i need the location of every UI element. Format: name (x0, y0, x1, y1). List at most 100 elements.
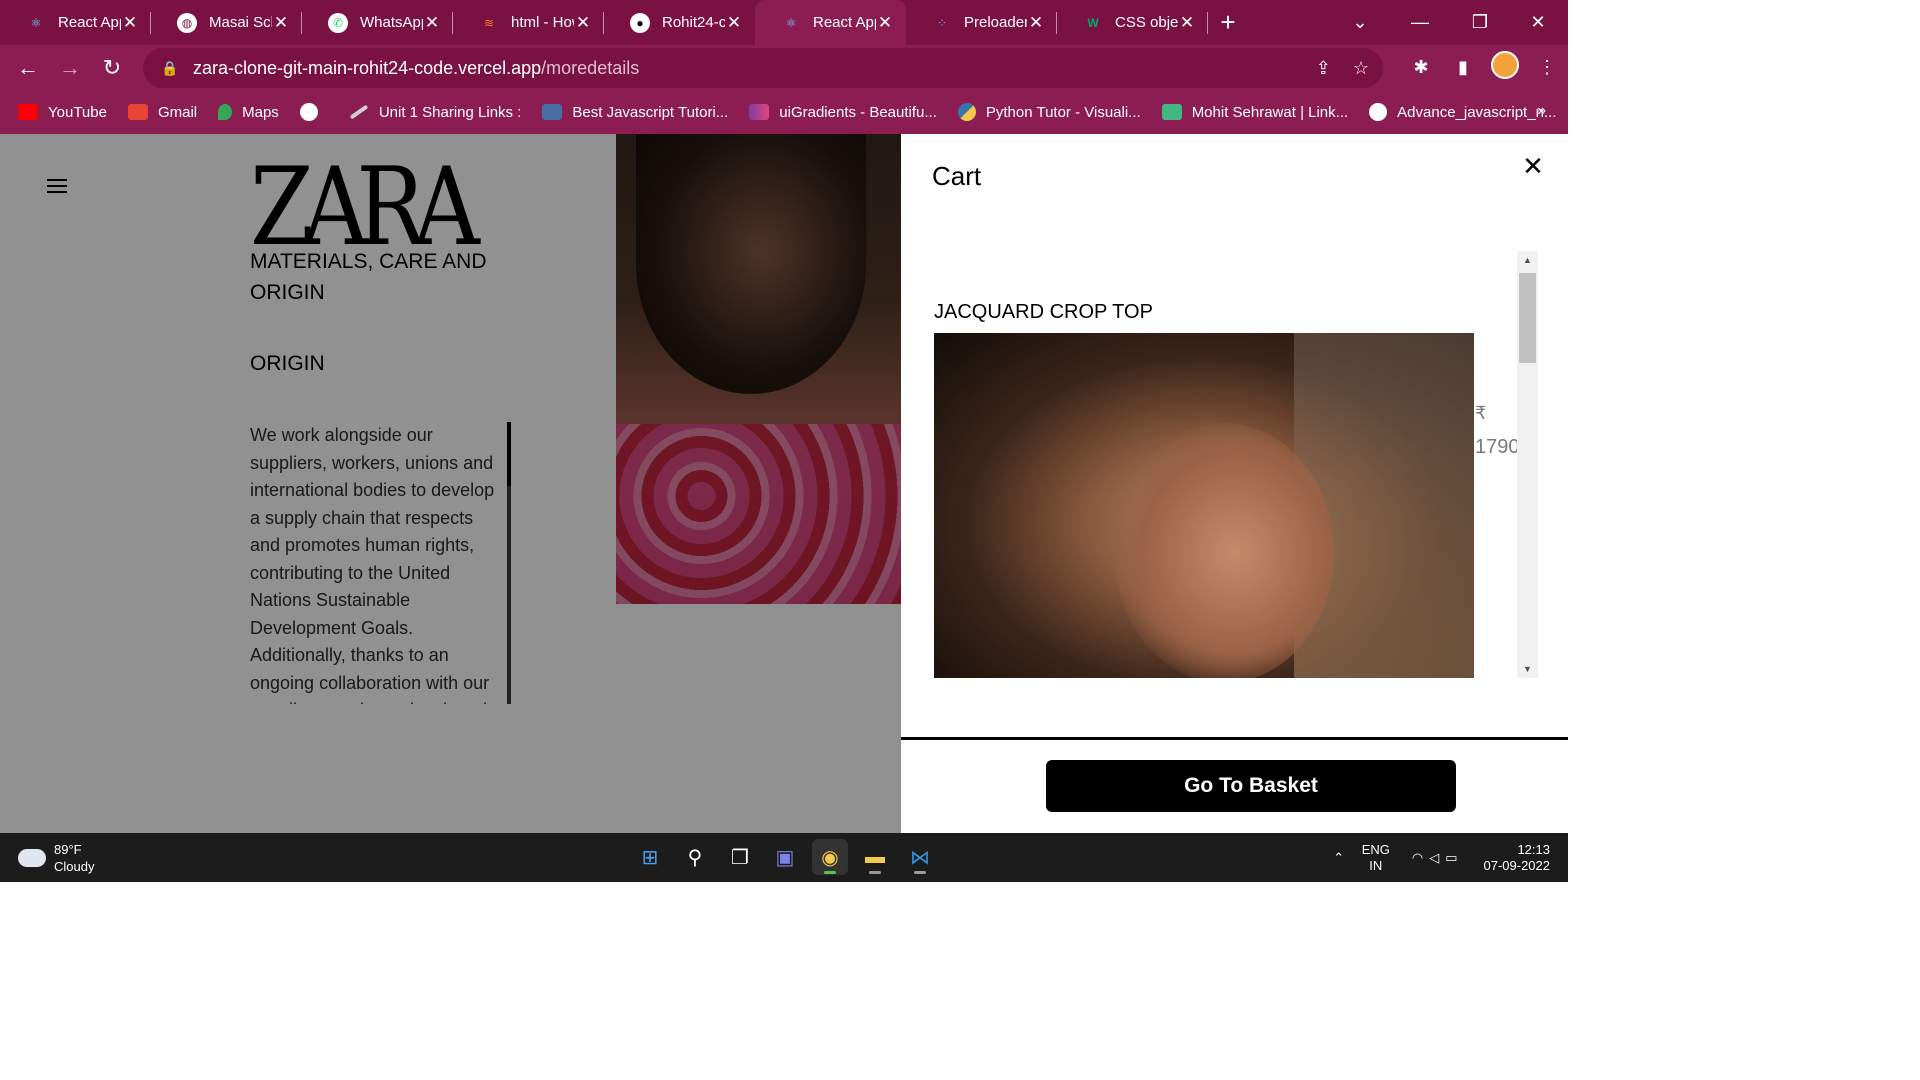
chrome-icon[interactable]: ◉ (812, 839, 848, 875)
tab-label: CSS object (1115, 14, 1178, 31)
task-view-icon[interactable]: ❐ (722, 839, 758, 875)
weather-temperature: 89°F (54, 842, 82, 857)
back-button[interactable]: ← (7, 55, 49, 81)
cart-item-price: 1790 (1475, 436, 1520, 458)
globe-icon (299, 103, 318, 121)
lock-icon: 🔒 (161, 59, 179, 76)
bookmark-js-tutorial[interactable]: Best Javascript Tutori... (542, 104, 728, 121)
windows-start-icon[interactable]: ⊞ (632, 839, 668, 875)
tab-html-how[interactable]: ≋ html - How ✕ (453, 0, 604, 45)
close-icon[interactable]: ✕ (725, 13, 743, 33)
globe-icon: ◍ (177, 12, 197, 33)
close-icon[interactable]: ✕ (423, 13, 441, 33)
window-close-button[interactable]: ✕ (1508, 0, 1568, 45)
gradient-icon (749, 104, 770, 120)
tab-react-app-1[interactable]: ⚛ React App ✕ (0, 0, 151, 45)
close-icon[interactable]: ✕ (272, 13, 290, 33)
github-icon: ● (630, 12, 650, 33)
close-icon[interactable]: ✕ (574, 13, 592, 33)
taskbar: 89°F Cloudy ⊞ ⚲ ❐ ▣ ◉ ▬ ⋈ ⌃ ENG IN ◠◁▭ 1… (0, 833, 1568, 882)
cart-list-scrollbar[interactable]: ▲ ▼ (1517, 251, 1538, 678)
close-icon[interactable]: ✕ (1027, 13, 1045, 33)
tab-rohit24-code[interactable]: ● Rohit24-code ✕ (604, 0, 755, 45)
bookmarks-overflow-button[interactable]: » (1537, 102, 1546, 120)
tab-label: Masai School (209, 14, 272, 31)
bookmark-mohit-sehrawat[interactable]: Mohit Sehrawat | Link... (1161, 104, 1348, 121)
close-icon[interactable]: ✕ (1521, 153, 1545, 179)
cart-title: Cart (932, 161, 982, 191)
scroll-up-arrow-icon[interactable]: ▲ (1517, 251, 1538, 269)
clock-date: 07-09-2022 (1483, 857, 1551, 873)
stackoverflow-icon: ≋ (483, 15, 495, 30)
reload-button[interactable]: ↻ (91, 55, 133, 81)
cart-item-name: JACQUARD CROP TOP (934, 301, 1153, 323)
modal-backdrop[interactable] (0, 134, 901, 833)
address-input[interactable]: 🔒 zara-clone-git-main-rohit24-code.verce… (143, 48, 1383, 88)
file-explorer-icon[interactable]: ▬ (857, 839, 893, 875)
wifi-volume-battery-icons[interactable]: ◠◁▭ (1412, 850, 1464, 866)
clock-time: 12:13 (1517, 841, 1550, 857)
tab-whatsapp[interactable]: ✆ WhatsApp ✕ (302, 0, 453, 45)
region-code: IN (1369, 857, 1383, 873)
react-icon: ⚛ (30, 15, 42, 30)
close-icon[interactable]: ✕ (1178, 13, 1196, 33)
bookmark-uigradients[interactable]: uiGradients - Beautifu... (749, 104, 937, 121)
share-icon[interactable]: ⇪ (1316, 58, 1331, 79)
search-icon[interactable]: ⚲ (677, 839, 713, 875)
tab-label: React App (58, 14, 121, 31)
close-icon[interactable]: ✕ (876, 13, 894, 33)
bookmark-label: uiGradients - Beautifu... (779, 103, 937, 121)
bookmark-maps[interactable]: Maps (218, 104, 279, 121)
tab-label: WhatsApp (360, 14, 423, 31)
maps-icon (218, 104, 233, 120)
bookmark-python-tutor[interactable]: Python Tutor - Visuali... (957, 103, 1141, 121)
bookmark-unit1[interactable]: Unit 1 Sharing Links : (349, 103, 522, 121)
menu-icon[interactable]: ⋮ (1526, 57, 1568, 78)
scroll-down-arrow-icon[interactable]: ▼ (1517, 660, 1538, 678)
tab-masai-school[interactable]: ◍ Masai School ✕ (151, 0, 302, 45)
scrollbar-thumb[interactable] (1519, 273, 1536, 363)
tab-label: html - How (511, 14, 574, 31)
bookmark-label: Best Javascript Tutori... (572, 103, 729, 121)
extensions-icon[interactable]: ✱ (1400, 57, 1442, 78)
new-tab-button[interactable]: + (1208, 0, 1248, 45)
teams-chat-icon[interactable]: ▣ (767, 839, 803, 875)
language-indicator[interactable]: ENG IN (1362, 842, 1390, 874)
tab-search-icon[interactable]: ⌄ (1330, 0, 1390, 45)
bookmark-label: Maps (242, 103, 279, 121)
address-bar-row: ← → ↻ 🔒 zara-clone-git-main-rohit24-code… (0, 45, 1568, 90)
python-icon (957, 103, 976, 121)
minimize-button[interactable]: — (1390, 0, 1450, 45)
bookmark-globe[interactable] (299, 103, 328, 121)
bookmark-youtube[interactable]: YouTube (18, 104, 107, 121)
profile-avatar[interactable] (1484, 51, 1526, 84)
tab-label: React App (813, 14, 876, 31)
bookmark-advance-js[interactable]: Advance_javascript_n... (1369, 103, 1556, 121)
tab-css-object[interactable]: W CSS object ✕ (1057, 0, 1208, 45)
restore-button[interactable]: ❐ (1450, 0, 1510, 45)
divider (901, 737, 1568, 740)
close-icon[interactable]: ✕ (121, 13, 139, 33)
bookmark-star-icon[interactable]: ☆ (1353, 58, 1369, 79)
whatsapp-icon: ✆ (328, 12, 348, 33)
bookmark-gmail[interactable]: Gmail (127, 104, 197, 121)
chevron-up-icon[interactable]: ⌃ (1326, 850, 1352, 866)
forward-button[interactable]: → (49, 55, 91, 81)
bookmark-label: Unit 1 Sharing Links : (378, 103, 522, 121)
url-host: zara-clone-git-main-rohit24-code.vercel.… (193, 57, 542, 78)
vscode-icon[interactable]: ⋈ (902, 839, 938, 875)
language-code: ENG (1361, 841, 1390, 857)
tab-preloaders[interactable]: ⁘ Preloaders ✕ (906, 0, 1057, 45)
wand-icon (349, 104, 369, 120)
gmail-icon (127, 104, 148, 120)
w3schools-icon: W (1087, 15, 1099, 30)
tab-strip: ⚛ React App ✕ ◍ Masai School ✕ ✆ WhatsAp… (0, 0, 1568, 45)
clock[interactable]: 12:13 07-09-2022 (1484, 842, 1551, 874)
page-content: ZARA MATERIALS, CARE AND ORIGIN ORIGIN W… (0, 134, 1568, 833)
go-to-basket-button[interactable]: Go To Basket (1046, 760, 1456, 812)
cart-item-currency: ₹ (1475, 403, 1487, 423)
side-panel-icon[interactable]: ▮ (1442, 57, 1484, 78)
tab-react-app-2[interactable]: ⚛ React App ✕ (755, 0, 906, 45)
cloud-icon (18, 849, 46, 867)
weather-widget[interactable]: 89°F Cloudy (18, 841, 94, 875)
